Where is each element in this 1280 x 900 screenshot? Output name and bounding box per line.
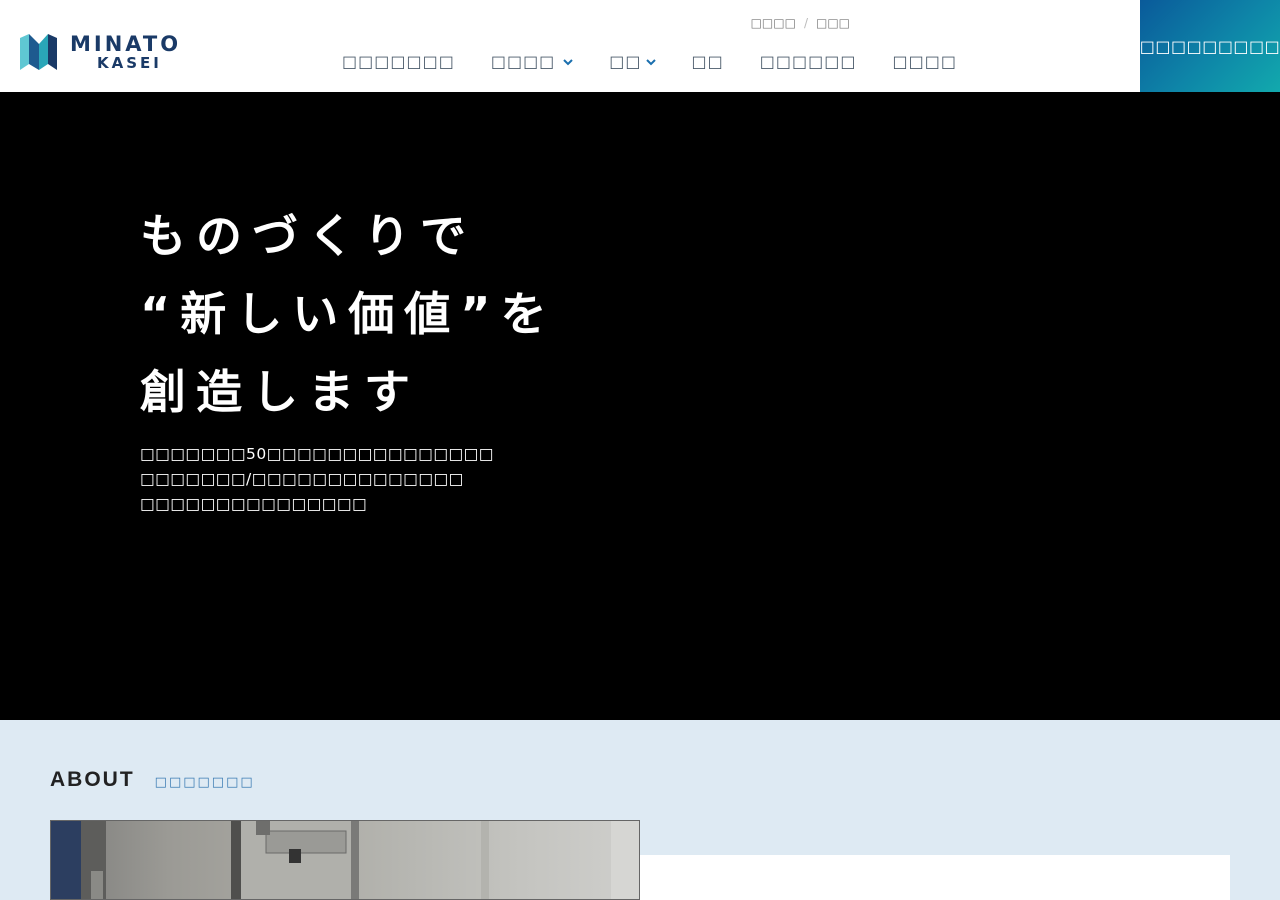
minato-kasei-logo[interactable]: MINATO KASEI bbox=[20, 32, 190, 74]
site-header: MINATO KASEI □□□□ / □□□ □□□□□□□ □□□□ □□ … bbox=[0, 0, 1280, 92]
nav-item-label: □□□□□□□ bbox=[342, 52, 455, 71]
about-card bbox=[640, 855, 1230, 900]
hero-title-line: “新しい価値”を bbox=[140, 287, 557, 341]
contact-button[interactable]: □□□□□□□□□□□ bbox=[1140, 0, 1280, 92]
about-section: ABOUT □□□□□□□ bbox=[0, 720, 1280, 900]
nav-item-1[interactable]: □□□□□□□ bbox=[342, 52, 455, 71]
nav-item-label: □□ bbox=[609, 52, 642, 71]
factory-machine-image bbox=[51, 821, 639, 899]
nav-item-label: □□□□□□ bbox=[759, 52, 857, 71]
nav-item-label: □□□□ bbox=[490, 52, 556, 71]
hero-description-line: □□□□□□□/□□□□□□□□□□□□□□ bbox=[140, 470, 464, 488]
nav-item-label: □□□□ bbox=[892, 52, 957, 71]
minato-logo-mark-icon bbox=[20, 34, 57, 70]
hero-title: ものづくりで “新しい価値”を 創造します bbox=[140, 197, 556, 431]
hero-section: ものづくりで “新しい価値”を 創造します □□□□□□□50□□□□□□□□□… bbox=[0, 92, 1280, 720]
chevron-down-icon bbox=[563, 55, 574, 69]
utility-link-2[interactable]: □□□ bbox=[816, 16, 850, 30]
logo-text-kasei: KASEI bbox=[97, 54, 162, 72]
hero-description-line: □□□□□□□□□□□□□□□ bbox=[140, 495, 368, 513]
utility-link-1[interactable]: □□□□ bbox=[751, 16, 796, 30]
main-nav: □□□□□□□ □□□□ □□ □□ □□□□□□ □□□□ bbox=[342, 52, 957, 71]
hero-description: □□□□□□□50□□□□□□□□□□□□□□□ □□□□□□□/□□□□□□□… bbox=[140, 442, 494, 517]
nav-item-4[interactable]: □□ bbox=[692, 52, 724, 71]
nav-item-6[interactable]: □□□□ bbox=[892, 52, 956, 71]
utility-separator: / bbox=[803, 16, 808, 30]
about-heading: ABOUT □□□□□□□ bbox=[50, 768, 255, 792]
hero-title-line: 創造します bbox=[140, 365, 420, 419]
nav-item-5[interactable]: □□□□□□ bbox=[760, 52, 857, 71]
utility-nav: □□□□ / □□□ bbox=[751, 16, 850, 30]
hero-description-line: □□□□□□□50□□□□□□□□□□□□□□□ bbox=[140, 445, 494, 463]
logo-text-minato: MINATO bbox=[70, 32, 182, 56]
nav-item-label: □□ bbox=[691, 52, 724, 71]
about-factory-photo bbox=[50, 820, 640, 900]
about-subtitle: □□□□□□□ bbox=[154, 775, 255, 790]
hero-title-line: ものづくりで bbox=[140, 209, 476, 263]
nav-item-3[interactable]: □□ bbox=[609, 52, 656, 71]
chevron-down-icon bbox=[645, 55, 656, 69]
nav-item-2[interactable]: □□□□ bbox=[490, 52, 574, 71]
about-title: ABOUT bbox=[50, 768, 135, 791]
